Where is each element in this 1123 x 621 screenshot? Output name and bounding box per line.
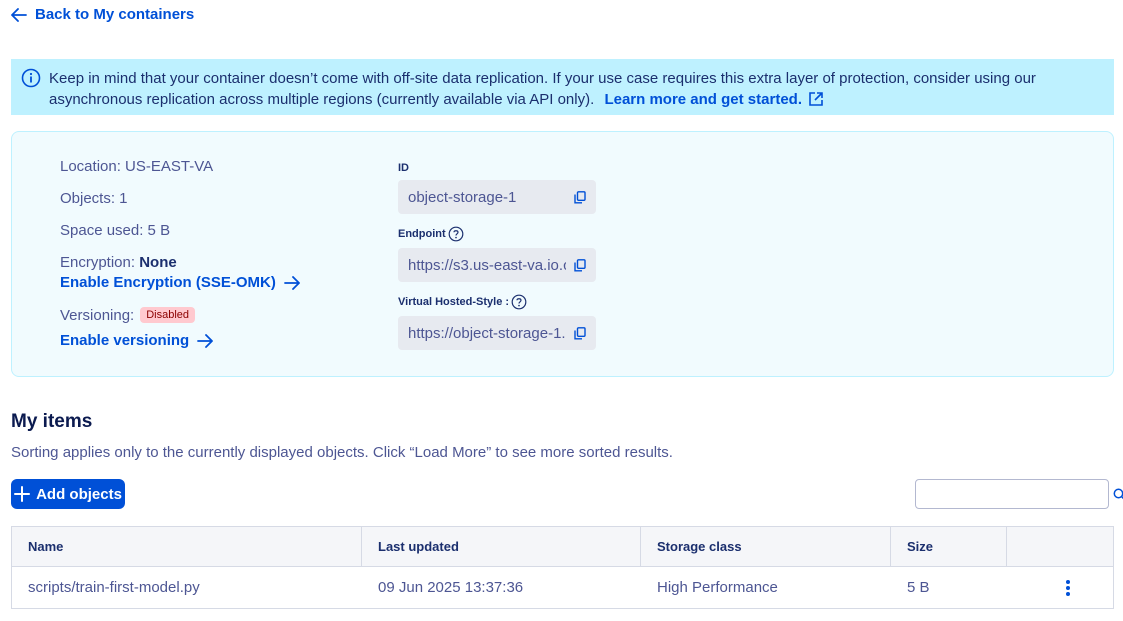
- help-circle-icon[interactable]: [448, 226, 464, 242]
- learn-more-label: Learn more and get started.: [604, 91, 802, 108]
- search-icon[interactable]: [1113, 488, 1123, 501]
- search-input[interactable]: [916, 480, 1113, 508]
- endpoint-label-text: Endpoint: [398, 228, 446, 240]
- row-actions: [1007, 567, 1113, 608]
- plus-icon: [14, 486, 31, 502]
- encryption-label: Encryption:: [60, 254, 140, 271]
- column-header-storage-class[interactable]: Storage class: [641, 527, 891, 566]
- encryption-value: None: [139, 254, 177, 271]
- add-objects-label: Add objects: [36, 485, 122, 503]
- info-icon: [21, 68, 41, 88]
- row-size: 5 B: [907, 579, 930, 596]
- sorting-description: Sorting applies only to the currently di…: [11, 444, 673, 461]
- id-label-text: ID: [398, 162, 409, 174]
- vhs-label-text: Virtual Hosted-Style :: [398, 296, 510, 308]
- virtual-hosted-style-label: Virtual Hosted-Style :: [398, 294, 527, 310]
- arrow-left-icon: [11, 7, 27, 22]
- enable-versioning-link[interactable]: Enable versioning: [60, 332, 214, 349]
- vhs-value: https://object-storage-1.s3.us-east-va.i…: [408, 324, 566, 342]
- help-circle-icon[interactable]: [511, 294, 527, 310]
- banner-text: Keep in mind that your container doesn’t…: [49, 70, 1036, 108]
- encryption-status: Encryption: None: [60, 254, 177, 271]
- copy-icon[interactable]: [574, 258, 586, 272]
- enable-versioning-label: Enable versioning: [60, 332, 190, 349]
- add-objects-button[interactable]: Add objects: [11, 479, 125, 509]
- copy-icon[interactable]: [574, 326, 586, 340]
- copy-icon[interactable]: [574, 190, 586, 204]
- enable-encryption-link[interactable]: Enable Encryption (SSE-OMK): [60, 274, 300, 291]
- external-link-icon: [809, 92, 823, 106]
- location-text: Location: US-EAST-VA: [60, 158, 214, 175]
- items-table: Name Last updated Storage class Size scr…: [11, 526, 1114, 609]
- back-link-label: Back to My containers: [35, 6, 195, 23]
- row-name: scripts/train-first-model.py: [28, 579, 200, 596]
- arrow-right-icon: [283, 275, 300, 290]
- versioning-disabled-badge: Disabled: [140, 307, 196, 323]
- endpoint-field[interactable]: https://s3.us-east-va.io.cloud.ovh.us: [398, 248, 596, 282]
- column-header-name[interactable]: Name: [12, 527, 362, 566]
- versioning-label: Versioning:: [60, 307, 135, 324]
- replication-info-banner: Keep in mind that your container doesn’t…: [11, 59, 1114, 115]
- id-value: object-storage-1: [408, 188, 517, 206]
- container-details-card: Location: US-EAST-VA Objects: 1 Space us…: [11, 131, 1114, 377]
- search-box: [915, 479, 1123, 509]
- arrow-right-icon: [197, 333, 214, 348]
- endpoint-value: https://s3.us-east-va.io.cloud.ovh.us: [408, 256, 566, 274]
- learn-more-link[interactable]: Learn more and get started.: [604, 91, 824, 108]
- enable-encryption-label: Enable Encryption (SSE-OMK): [60, 274, 276, 291]
- objects-count-text: Objects: 1: [60, 190, 128, 207]
- row-storage-class: High Performance: [657, 579, 778, 596]
- table-row: scripts/train-first-model.py 09 Jun 2025…: [12, 567, 1113, 608]
- id-field[interactable]: object-storage-1: [398, 180, 596, 214]
- row-last-updated: 09 Jun 2025 13:37:36: [378, 579, 524, 596]
- versioning-status: Versioning: Disabled: [60, 307, 196, 324]
- my-items-title: My items: [11, 411, 93, 432]
- kebab-menu-icon[interactable]: [1056, 576, 1080, 600]
- back-to-containers-link[interactable]: Back to My containers: [11, 6, 194, 23]
- column-header-last-updated[interactable]: Last updated: [362, 527, 641, 566]
- space-used-text: Space used: 5 B: [60, 222, 171, 239]
- id-label: ID: [398, 162, 409, 174]
- virtual-hosted-style-field[interactable]: https://object-storage-1.s3.us-east-va.i…: [398, 316, 596, 350]
- table-header: Name Last updated Storage class Size: [12, 527, 1113, 567]
- column-header-actions: [1007, 527, 1113, 566]
- endpoint-label: Endpoint: [398, 226, 464, 242]
- column-header-size[interactable]: Size: [891, 527, 1007, 566]
